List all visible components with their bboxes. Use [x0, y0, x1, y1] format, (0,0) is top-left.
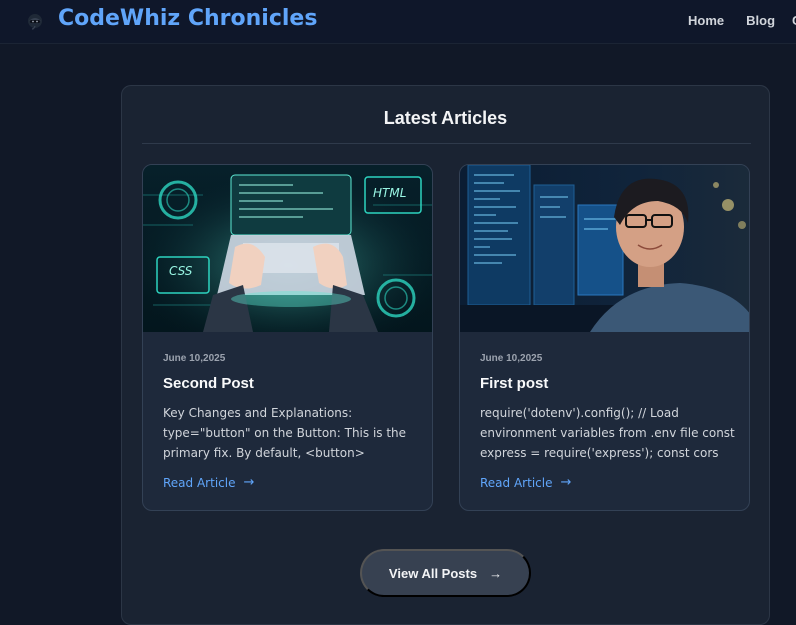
article-title[interactable]: First post [480, 375, 548, 392]
article-thumbnail-laptop[interactable]: HTML CSS [143, 165, 432, 332]
arrow-right-icon: → [243, 475, 255, 490]
html-badge: HTML [373, 186, 406, 200]
arrow-right-icon: → [560, 475, 572, 490]
nav-link-home[interactable]: Home [688, 13, 724, 28]
section-title: Latest Articles [383, 108, 508, 128]
section-divider [142, 143, 751, 144]
site-brand[interactable]: CodeWhiz Chronicles [58, 6, 317, 31]
read-article-link[interactable]: Read Article → [163, 475, 254, 490]
article-date: June 10,2025 [163, 353, 226, 364]
article-card[interactable]: June 10,2025 First post require('dotenv'… [459, 164, 750, 511]
article-excerpt: require('dotenv').config(); // Load envi… [480, 406, 735, 460]
view-all-posts-button[interactable]: View All Posts → [360, 549, 531, 597]
arrow-right-icon: → [489, 565, 503, 581]
top-navbar: CodeWhiz Chronicles Home Blog C [0, 0, 796, 44]
read-article-link[interactable]: Read Article → [480, 475, 571, 490]
article-card[interactable]: HTML CSS June 10,2025 Second Post Key Ch… [142, 164, 433, 511]
article-date: June 10,2025 [480, 353, 543, 364]
view-all-label: View All Posts [388, 565, 478, 581]
article-title[interactable]: Second Post [163, 375, 254, 392]
main-nav: Home Blog C [688, 13, 796, 28]
article-excerpt: Key Changes and Explanations: type="butt… [163, 406, 407, 460]
read-article-label: Read Article [480, 475, 553, 490]
read-article-label: Read Article [163, 475, 236, 490]
nav-link-truncated[interactable]: C [792, 13, 796, 28]
css-badge: CSS [169, 264, 193, 278]
article-thumbnail-developer[interactable] [460, 165, 749, 332]
latest-articles-panel: Latest Articles HTML CSS June 10,2025 Se… [121, 85, 770, 625]
nav-link-blog[interactable]: Blog [746, 13, 775, 28]
ninja-logo-icon[interactable] [26, 12, 44, 30]
